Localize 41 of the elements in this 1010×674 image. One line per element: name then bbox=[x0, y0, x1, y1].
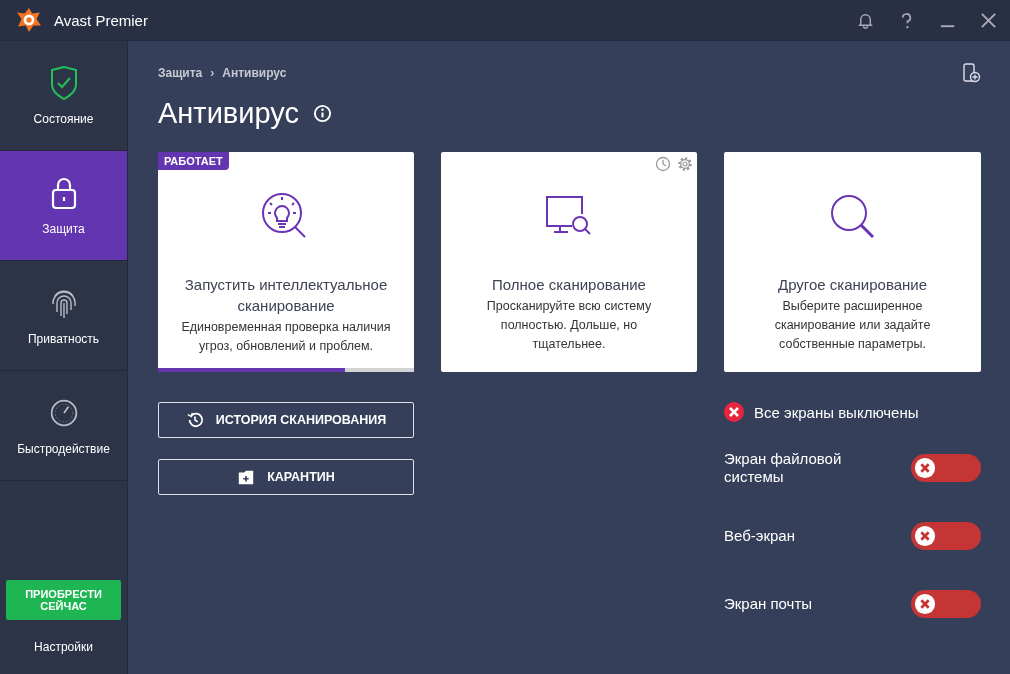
scan-title: Другое сканирование bbox=[777, 275, 928, 295]
cross-knob-icon bbox=[914, 457, 936, 479]
breadcrumb-separator: › bbox=[210, 66, 215, 80]
action-button[interactable]: КАРАНТИН bbox=[158, 459, 414, 495]
logo-icon bbox=[16, 7, 42, 33]
action-button[interactable]: ИСТОРИЯ СКАНИРОВАНИЯ bbox=[158, 402, 414, 438]
history-icon bbox=[185, 411, 204, 429]
breadcrumb-link[interactable]: Защита bbox=[158, 66, 203, 80]
shield-icon bbox=[48, 65, 79, 100]
shield-label: Веб-экран bbox=[724, 527, 796, 545]
scan-description: Просканируйте всю систему полностью. Дольше, но тщательнее. bbox=[485, 298, 653, 353]
toggle-switch[interactable] bbox=[911, 454, 981, 482]
scan-title: Полное сканирование bbox=[492, 275, 646, 295]
toggle-switch[interactable] bbox=[911, 590, 981, 618]
settings-icon[interactable] bbox=[677, 156, 693, 172]
error-icon bbox=[724, 402, 744, 422]
shields-status: Все экраны выключены bbox=[754, 403, 919, 421]
sidebar-item[interactable]: Быстродействие bbox=[0, 371, 127, 481]
scan-card[interactable]: Полное сканирование Просканируйте всю систему полностью. Дольше, но тщательнее. bbox=[441, 152, 697, 372]
scan-title: Запустить интеллектуальное сканирование bbox=[183, 275, 389, 316]
phone-add-icon[interactable] bbox=[961, 63, 981, 83]
scan-description: Единовременная проверка наличия угроз, обновлений и проблем. bbox=[180, 319, 392, 355]
sidebar-item[interactable]: Приватность bbox=[0, 261, 127, 371]
close-icon[interactable] bbox=[979, 10, 998, 30]
page-title: Антивирус bbox=[158, 97, 299, 130]
quarantine-box-icon bbox=[237, 468, 256, 486]
cross-knob-icon bbox=[914, 593, 936, 615]
status-badge: РАБОТАЕТ bbox=[158, 152, 229, 170]
info-icon[interactable] bbox=[312, 104, 332, 123]
shield-label: Экран файловой системы bbox=[724, 450, 843, 486]
breadcrumb-current: Антивирус bbox=[222, 66, 287, 80]
clock-icon[interactable] bbox=[655, 156, 671, 172]
window-title: Avast Premier bbox=[54, 11, 148, 29]
scan-card[interactable]: Другое сканирование Выберите расширенное сканирование или задайте собственные параметры. bbox=[724, 152, 981, 372]
shield-label: Экран почты bbox=[724, 595, 814, 613]
scan-card[interactable]: РАБОТАЕТ Запустить интеллектуальное сканирование Единовременная проверка наличия угроз, обновлений и проблем. bbox=[158, 152, 414, 372]
sidebar-item[interactable]: Защита bbox=[0, 151, 127, 261]
toggle-switch[interactable] bbox=[911, 522, 981, 550]
cross-knob-icon bbox=[914, 525, 936, 547]
scan-description: Выберите расширенное сканирование или задайте собственные параметры. bbox=[773, 298, 932, 353]
settings-link[interactable]: Настройки bbox=[34, 640, 93, 654]
